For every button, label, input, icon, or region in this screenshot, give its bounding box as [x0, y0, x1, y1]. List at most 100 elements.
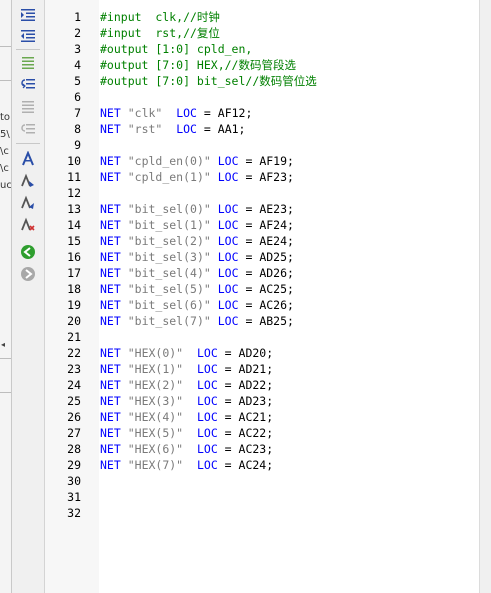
loc-keyword: LOC: [217, 250, 239, 264]
net-keyword: NET: [100, 442, 121, 456]
net-keyword: NET: [100, 426, 121, 440]
line-number: 23: [67, 362, 81, 376]
code-line[interactable]: NET "bit_sel(7)" LOC = AB25;: [100, 313, 294, 329]
loc-keyword: LOC: [196, 458, 218, 472]
code-line[interactable]: NET "cpld_en(1)" LOC = AF23;: [100, 169, 294, 185]
code-line[interactable]: #input clk,//时钟: [100, 9, 220, 25]
pane-text[interactable]: \c: [0, 163, 9, 175]
uncomment-lines-icon[interactable]: [19, 98, 37, 116]
code-line[interactable]: #output [7:0] HEX,//数码管段选: [100, 57, 296, 73]
pane-text[interactable]: \c: [0, 146, 9, 158]
net-keyword: NET: [100, 282, 121, 296]
code-line[interactable]: NET "bit_sel(3)" LOC = AD25;: [100, 249, 294, 265]
code-line[interactable]: NET "HEX(5)" LOC = AC22;: [100, 425, 273, 441]
equals: =: [238, 202, 260, 216]
code-line[interactable]: NET "HEX(1)" LOC = AD21;: [100, 361, 273, 377]
back-arrow-icon[interactable]: [19, 243, 37, 261]
scroll-left-icon[interactable]: ◂: [1, 340, 5, 349]
code-line[interactable]: NET "HEX(6)" LOC = AC23;: [100, 441, 273, 457]
code-line[interactable]: NET "bit_sel(2)" LOC = AE24;: [100, 233, 294, 249]
pane-text[interactable]: 5\: [0, 129, 10, 141]
code-line[interactable]: NET "bit_sel(1)" LOC = AF24;: [100, 217, 294, 233]
line-number: 11: [67, 170, 81, 184]
pane-text[interactable]: to: [0, 112, 10, 124]
net-keyword: NET: [100, 458, 121, 472]
undo-icon[interactable]: [19, 75, 37, 93]
net-signal: "bit_sel(0)": [127, 202, 211, 216]
code-line[interactable]: NET "HEX(4)" LOC = AC21;: [100, 409, 273, 425]
loc-keyword: LOC: [217, 234, 239, 248]
semicolon: ;: [238, 122, 246, 136]
semicolon: ;: [266, 426, 274, 440]
loc-keyword: LOC: [217, 266, 239, 280]
code-line[interactable]: NET "bit_sel(4)" LOC = AD26;: [100, 265, 294, 281]
code-line[interactable]: NET "HEX(0)" LOC = AD20;: [100, 345, 273, 361]
code-line[interactable]: NET "bit_sel(5)" LOC = AC25;: [100, 281, 294, 297]
code-line[interactable]: NET "clk" LOC = AF12;: [100, 105, 252, 121]
equals: =: [238, 282, 260, 296]
equals: =: [238, 234, 260, 248]
forward-arrow-icon[interactable]: [19, 265, 37, 283]
equals: =: [238, 298, 260, 312]
net-signal: "bit_sel(1)": [127, 218, 211, 232]
toolbar-separator: [16, 49, 40, 50]
code-line[interactable]: NET "HEX(7)" LOC = AC24;: [100, 457, 273, 473]
net-signal: "HEX(0)": [127, 346, 184, 360]
code-line[interactable]: #input rst,//复位: [100, 25, 220, 41]
next-bookmark-icon[interactable]: [19, 172, 37, 190]
net-keyword: NET: [100, 250, 121, 264]
semicolon: ;: [245, 106, 253, 120]
code-line[interactable]: NET "HEX(2)" LOC = AD22;: [100, 377, 273, 393]
line-number: 7: [74, 106, 81, 120]
bookmark-icon[interactable]: [19, 150, 37, 168]
code-line[interactable]: #output [1:0] cpld_en,: [100, 41, 252, 57]
prev-bookmark-icon[interactable]: [19, 194, 37, 212]
net-keyword: NET: [100, 202, 121, 216]
line-number: 30: [67, 474, 81, 488]
line-number: 25: [67, 394, 81, 408]
pin-value: AD22: [238, 378, 267, 392]
code-line[interactable]: #output [7:0] bit_sel//数码管位选: [100, 73, 317, 89]
vertical-scrollbar[interactable]: [479, 0, 491, 593]
clear-bookmarks-icon[interactable]: [19, 216, 37, 234]
loc-keyword: LOC: [217, 282, 239, 296]
semicolon: ;: [287, 250, 294, 264]
outdent-icon[interactable]: [19, 27, 37, 45]
code-line[interactable]: NET "bit_sel(0)" LOC = AE23;: [100, 201, 294, 217]
code-line[interactable]: NET "HEX(3)" LOC = AD23;: [100, 393, 273, 409]
pin-value: AF19: [259, 154, 288, 168]
code-line[interactable]: NET "rst" LOC = AA1;: [100, 121, 245, 137]
pane-divider: [0, 46, 11, 47]
line-number: 21: [67, 330, 81, 344]
equals: =: [238, 170, 260, 184]
pin-value: AF24: [259, 218, 288, 232]
loc-keyword: LOC: [176, 106, 197, 120]
net-keyword: NET: [100, 218, 121, 232]
indent-icon[interactable]: [19, 6, 37, 24]
equals: =: [238, 314, 260, 328]
redo-icon[interactable]: [19, 120, 37, 138]
comment-lines-icon[interactable]: [19, 54, 37, 72]
line-number: 20: [67, 314, 81, 328]
code-line[interactable]: NET "cpld_en(0)" LOC = AF19;: [100, 153, 294, 169]
net-keyword: NET: [100, 154, 121, 168]
code-line[interactable]: NET "bit_sel(6)" LOC = AC26;: [100, 297, 294, 313]
line-number: 18: [67, 282, 81, 296]
net-keyword: NET: [100, 362, 121, 376]
net-signal: "HEX(7)": [127, 458, 184, 472]
pane-text[interactable]: uc: [0, 180, 11, 192]
loc-keyword: LOC: [217, 298, 239, 312]
pin-value: AF23: [259, 170, 288, 184]
